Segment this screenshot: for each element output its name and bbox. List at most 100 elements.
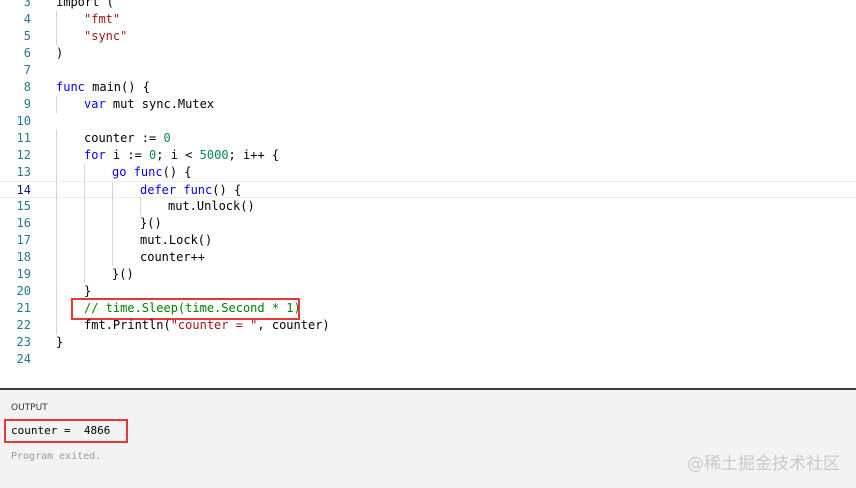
code-token: "sync"	[84, 29, 128, 43]
code-text: fmt.Println("counter = ", counter)	[84, 317, 330, 334]
indent-guide	[56, 232, 57, 249]
code-line[interactable]: 11 counter := 0	[0, 130, 856, 147]
line-number: 24	[16, 352, 31, 366]
code-line[interactable]: 16}()	[0, 215, 856, 232]
code-token: mut.Unlock()	[168, 199, 255, 213]
indent-guide	[56, 11, 57, 28]
code-token: 5000	[199, 148, 229, 162]
code-token: func	[56, 80, 85, 94]
line-number: 9	[23, 97, 31, 111]
code-token: () {	[162, 165, 192, 179]
indent-guide	[56, 198, 57, 215]
code-line[interactable]: 15 mut.Unlock()	[0, 198, 856, 215]
line-number: 6	[23, 46, 31, 60]
indent-guide	[56, 28, 57, 45]
code-token: fmt.Println(	[84, 318, 171, 332]
indent-guide	[84, 198, 85, 215]
line-number: 12	[16, 148, 31, 162]
output-panel: OUTPUT counter = 4866 Program exited. @稀…	[0, 388, 856, 488]
code-text: var mut sync.Mutex	[84, 96, 214, 113]
line-number: 23	[16, 335, 31, 349]
code-token: }()	[112, 267, 134, 281]
indent-guide	[84, 249, 85, 266]
indent-guide	[84, 164, 85, 181]
code-text: go func() {	[112, 164, 192, 181]
code-token: mut.Lock()	[140, 233, 213, 247]
code-line[interactable]: 19 }()	[0, 266, 856, 283]
code-text: mut.Lock()	[140, 232, 212, 249]
line-number: 7	[23, 63, 31, 77]
code-line[interactable]: 12 for i := 0; i < 5000; i++ {	[0, 147, 856, 164]
code-text: mut.Unlock()	[168, 198, 255, 215]
code-token: i :=	[105, 148, 150, 162]
line-number: 19	[16, 267, 31, 281]
code-token: defer	[140, 183, 177, 197]
code-text: func main() {	[56, 79, 150, 96]
indent-guide	[56, 215, 57, 232]
code-token: 0	[163, 131, 171, 145]
code-text: "sync"	[84, 28, 127, 45]
code-line[interactable]: 22 fmt.Println("counter = ", counter)	[0, 317, 856, 334]
indent-guide	[112, 198, 113, 215]
code-token: }()	[140, 216, 162, 230]
indent-guide	[56, 96, 57, 113]
code-line[interactable]: 6)	[0, 45, 856, 62]
line-number: 20	[16, 284, 31, 298]
code-line[interactable]: 18 counter++	[0, 249, 856, 266]
code-line[interactable]: 8 func main() {	[0, 79, 856, 96]
code-token: "counter = "	[170, 318, 258, 332]
code-line[interactable]: 3 import (	[0, 0, 856, 11]
code-token: func	[133, 165, 163, 179]
code-token: }	[56, 335, 64, 349]
code-line[interactable]: 7	[0, 62, 856, 79]
indent-guide	[56, 182, 57, 199]
code-text: "fmt"	[84, 11, 120, 28]
code-token: func	[183, 183, 213, 197]
line-number: 14	[16, 183, 31, 197]
indent-guide	[112, 249, 113, 266]
code-token: counter++	[140, 250, 206, 264]
code-text: import (	[56, 0, 114, 11]
code-line[interactable]: 17 mut.Lock()	[0, 232, 856, 249]
line-number: 13	[16, 165, 31, 179]
code-token: "fmt"	[84, 12, 121, 26]
indent-guide	[112, 215, 113, 232]
indent-guide	[112, 182, 113, 199]
code-token: main() {	[84, 80, 150, 94]
code-line[interactable]: 9 var mut sync.Mutex	[0, 96, 856, 113]
code-token: }	[84, 284, 92, 298]
indent-guide	[56, 164, 57, 181]
code-token: () {	[212, 183, 242, 197]
indent-guide	[56, 249, 57, 266]
code-line[interactable]: 24	[0, 351, 856, 368]
indent-guide	[56, 266, 57, 283]
code-editor[interactable]: 3 import (4 "fmt" 5 "sync" 6) 7 8 func main() {9…	[0, 0, 856, 388]
code-line[interactable]: 5 "sync"	[0, 28, 856, 45]
line-number: 4	[23, 12, 31, 26]
code-text: counter++	[140, 249, 205, 266]
watermark: @稀土掘金技术社区	[687, 454, 840, 474]
indent-guide	[56, 317, 57, 334]
code-text: }()	[112, 266, 134, 283]
code-line[interactable]: 4 "fmt"	[0, 11, 856, 28]
indent-guide	[140, 198, 141, 215]
code-token: import (	[56, 0, 114, 9]
indent-guide	[56, 130, 57, 147]
line-number: 17	[16, 233, 31, 247]
code-token: , counter)	[257, 318, 330, 332]
code-line[interactable]: 13 go func() {	[0, 164, 856, 181]
code-token: var	[84, 97, 106, 111]
code-line[interactable]: 14 defer func() {	[0, 181, 856, 199]
code-token: ; i++ {	[228, 148, 280, 162]
code-token: )	[56, 46, 64, 60]
line-number: 15	[16, 199, 31, 213]
output-title: OUTPUT	[11, 403, 48, 413]
code-text: )	[56, 45, 63, 62]
output-status: Program exited.	[11, 451, 102, 462]
line-number: 22	[16, 318, 31, 332]
code-line[interactable]: 10	[0, 113, 856, 130]
code-text: }	[56, 334, 63, 351]
line-number: 10	[16, 114, 31, 128]
code-line[interactable]: 23}	[0, 334, 856, 351]
